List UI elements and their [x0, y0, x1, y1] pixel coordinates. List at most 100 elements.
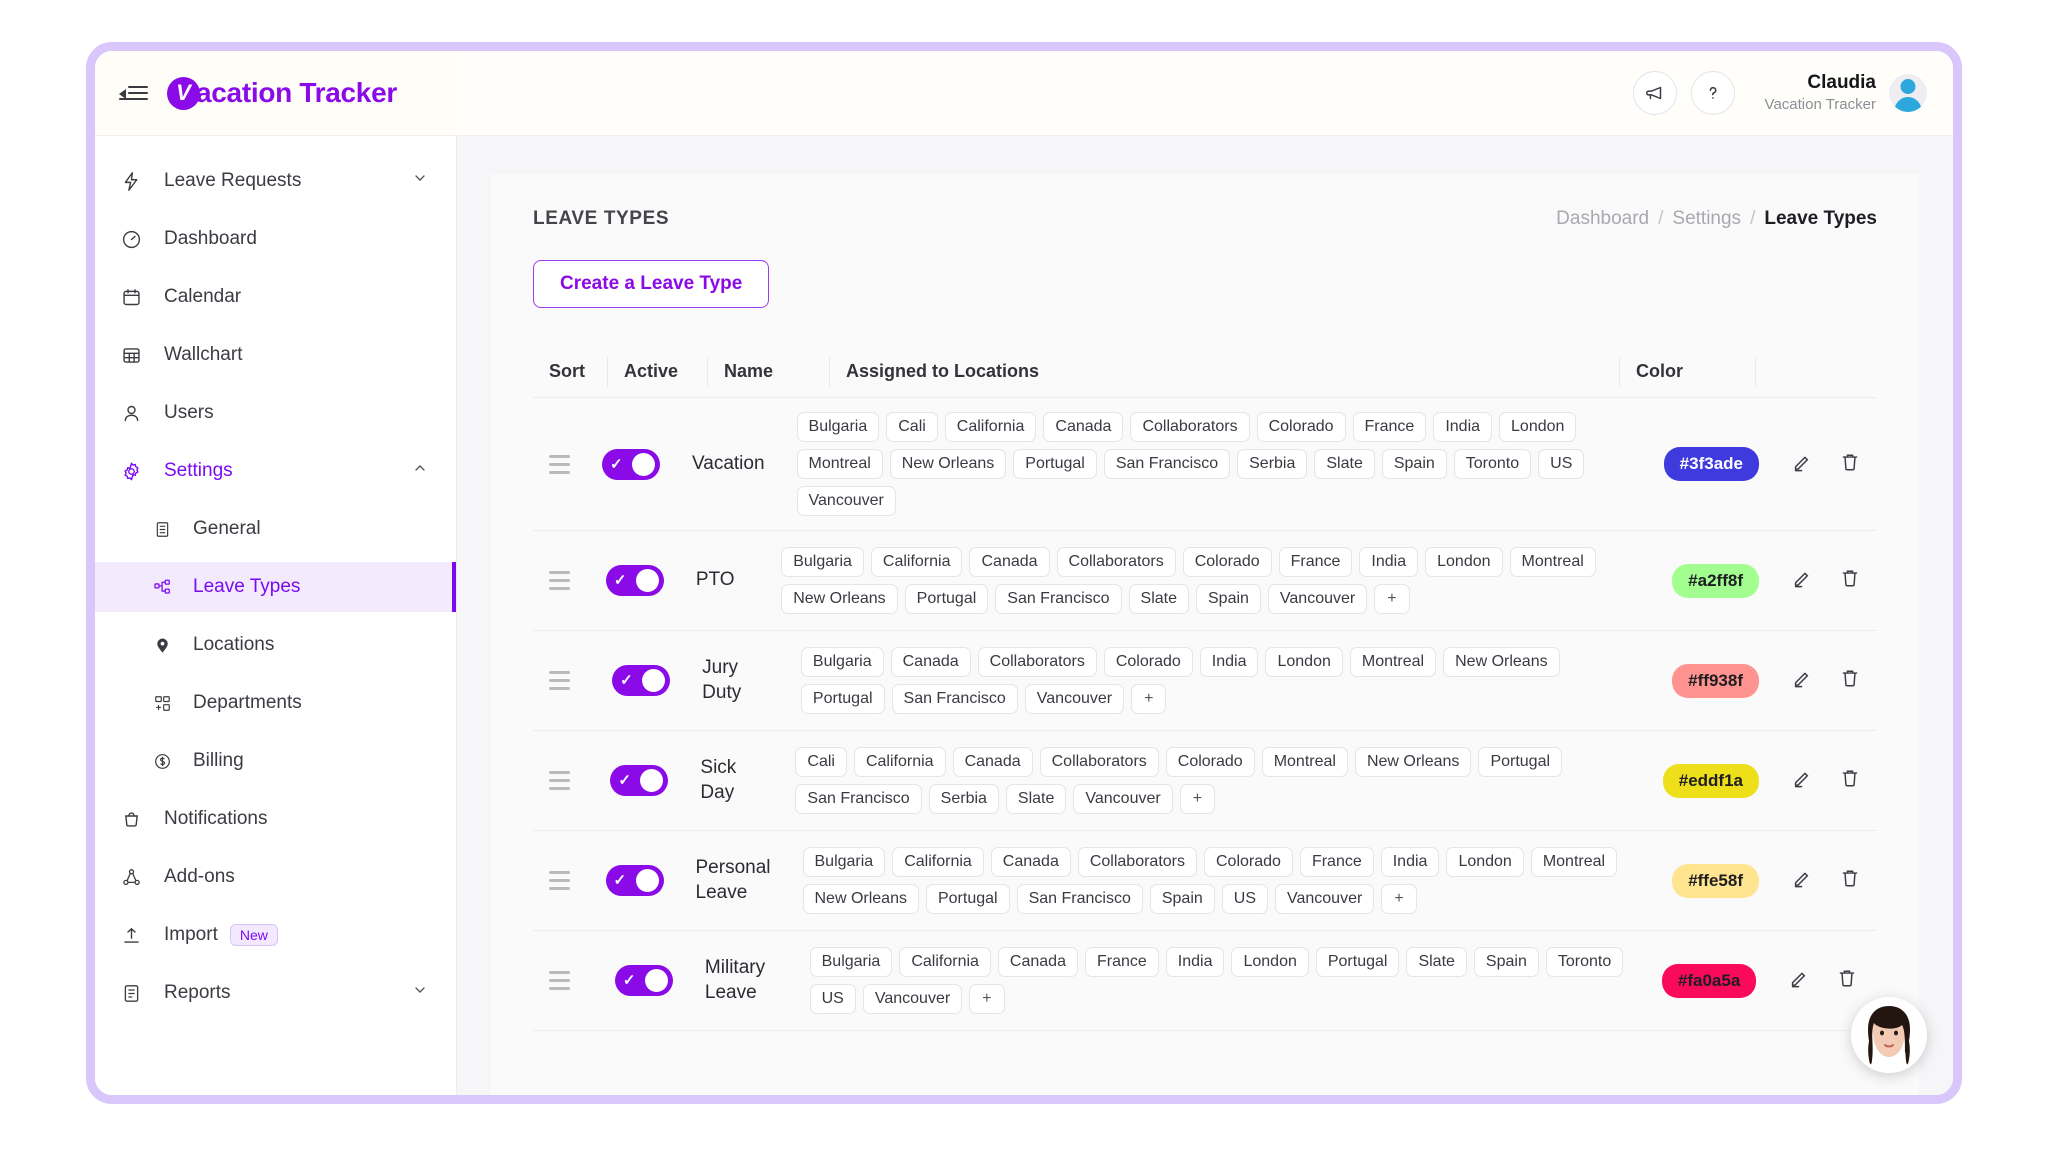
location-tag[interactable]: Colorado	[1256, 412, 1346, 442]
pencil-icon[interactable]	[1791, 451, 1813, 478]
pencil-icon[interactable]	[1791, 667, 1813, 694]
location-tag[interactable]: India	[1165, 947, 1225, 977]
location-tag[interactable]: Bulgaria	[809, 947, 893, 977]
location-tag[interactable]: Serbia	[928, 784, 999, 814]
location-tag[interactable]: Canada	[990, 847, 1071, 877]
sidebar-item-billing[interactable]: Billing	[95, 736, 456, 786]
location-tag[interactable]: Montreal	[1509, 547, 1596, 577]
megaphone-icon[interactable]	[1632, 71, 1677, 115]
location-tag[interactable]: US	[1538, 449, 1585, 479]
location-tag[interactable]: Cali	[886, 412, 938, 442]
location-tag[interactable]: Toronto	[1453, 449, 1532, 479]
pencil-icon[interactable]	[1791, 567, 1813, 594]
sidebar-item-general[interactable]: General	[95, 504, 456, 554]
location-tag[interactable]: Collaborators	[1130, 412, 1250, 442]
location-tag[interactable]: California	[944, 412, 1037, 442]
app-logo[interactable]: V acation Tracker	[167, 76, 397, 110]
sidebar-item-settings[interactable]: Settings	[95, 446, 456, 496]
color-chip[interactable]: #ff938f	[1672, 663, 1759, 698]
active-toggle[interactable]: ✓	[605, 565, 664, 596]
drag-handle-icon[interactable]	[549, 871, 570, 890]
sidebar-item-leave-requests[interactable]: Leave Requests	[95, 156, 456, 206]
location-tag[interactable]: San Francisco	[995, 584, 1122, 614]
user-menu[interactable]: Claudia Vacation Tracker	[1765, 71, 1927, 114]
drag-handle-icon[interactable]	[549, 771, 570, 790]
location-tag[interactable]: Colorado	[1103, 647, 1193, 677]
location-tag[interactable]: New Orleans	[802, 884, 919, 914]
location-tag[interactable]: Canada	[1043, 412, 1124, 442]
location-tag[interactable]: Vancouver	[796, 486, 896, 516]
location-tag[interactable]: New Orleans	[1443, 647, 1560, 677]
location-tag[interactable]: San Francisco	[1103, 449, 1231, 479]
location-tag[interactable]: Vancouver	[1073, 784, 1173, 814]
location-tag[interactable]: Collaborators	[977, 647, 1097, 677]
location-tag[interactable]: France	[1084, 947, 1159, 977]
location-tag[interactable]: India	[1380, 847, 1440, 877]
active-toggle[interactable]: ✓	[610, 765, 669, 796]
location-tag[interactable]: Canada	[969, 547, 1050, 577]
location-tag[interactable]: Spain	[1381, 449, 1447, 479]
location-tag[interactable]: Portugal	[925, 884, 1010, 914]
location-tag[interactable]: Collaborators	[1056, 547, 1176, 577]
location-tag[interactable]: Spain	[1196, 584, 1261, 614]
location-tag[interactable]: California	[870, 547, 963, 577]
trash-icon[interactable]	[1836, 967, 1858, 994]
create-leave-type-button[interactable]: Create a Leave Type	[533, 260, 770, 308]
color-chip[interactable]: #ffe58f	[1672, 863, 1759, 898]
location-tag[interactable]: California	[892, 847, 984, 877]
location-tag[interactable]: Canada	[952, 747, 1033, 777]
sidebar-item-leave-types[interactable]: Leave Types	[95, 562, 456, 612]
sidebar-item-users[interactable]: Users	[95, 388, 456, 438]
location-tag[interactable]: London	[1446, 847, 1524, 877]
chevron-down-icon[interactable]	[412, 982, 428, 1004]
location-tag[interactable]: Slate	[1005, 784, 1067, 814]
location-tag[interactable]: Canada	[997, 947, 1078, 977]
location-tag[interactable]: New Orleans	[1354, 747, 1472, 777]
location-tag[interactable]: California	[899, 947, 991, 977]
drag-handle-icon[interactable]	[549, 454, 570, 474]
location-tag[interactable]: US	[1221, 884, 1268, 914]
add-location-button[interactable]: +	[969, 984, 1005, 1014]
location-tag[interactable]: Spain	[1473, 947, 1539, 977]
chevron-down-icon[interactable]	[412, 170, 428, 192]
add-location-button[interactable]: +	[1381, 884, 1417, 914]
color-chip[interactable]: #fa0a5a	[1661, 963, 1757, 998]
location-tag[interactable]: Montreal	[1349, 647, 1437, 677]
location-tag[interactable]: Slate	[1128, 584, 1189, 614]
location-tag[interactable]: Bulgaria	[781, 547, 864, 577]
active-toggle[interactable]: ✓	[605, 865, 664, 896]
location-tag[interactable]: Portugal	[904, 584, 989, 614]
pencil-icon[interactable]	[1791, 767, 1813, 794]
location-tag[interactable]: Bulgaria	[802, 847, 886, 877]
location-tag[interactable]: London	[1265, 647, 1343, 677]
location-tag[interactable]: New Orleans	[889, 449, 1007, 479]
active-toggle[interactable]: ✓	[614, 965, 673, 996]
color-chip[interactable]: #a2ff8f	[1672, 563, 1759, 598]
location-tag[interactable]: New Orleans	[781, 584, 898, 614]
avatar[interactable]	[1889, 74, 1927, 112]
location-tag[interactable]: Vancouver	[862, 984, 963, 1014]
sidebar-item-departments[interactable]: Departments	[95, 678, 456, 728]
location-tag[interactable]: Portugal	[1478, 747, 1563, 777]
drag-handle-icon[interactable]	[549, 671, 570, 690]
location-tag[interactable]: US	[809, 984, 856, 1014]
location-tag[interactable]: Colorado	[1204, 847, 1293, 877]
drag-handle-icon[interactable]	[549, 971, 570, 990]
location-tag[interactable]: San Francisco	[891, 684, 1018, 714]
sidebar-item-locations[interactable]: Locations	[95, 620, 456, 670]
location-tag[interactable]: Portugal	[1315, 947, 1400, 977]
location-tag[interactable]: France	[1278, 547, 1353, 577]
trash-icon[interactable]	[1839, 867, 1861, 894]
location-tag[interactable]: Cali	[795, 747, 847, 777]
location-tag[interactable]: Toronto	[1545, 947, 1624, 977]
location-tag[interactable]: Colorado	[1165, 747, 1255, 777]
sidebar-item-import[interactable]: Import New	[95, 910, 456, 960]
trash-icon[interactable]	[1839, 767, 1861, 794]
location-tag[interactable]: Canada	[890, 647, 971, 677]
pencil-icon[interactable]	[1788, 967, 1810, 994]
location-tag[interactable]: India	[1199, 647, 1259, 677]
location-tag[interactable]: Collaborators	[1039, 747, 1159, 777]
breadcrumb-dashboard[interactable]: Dashboard	[1556, 208, 1649, 230]
trash-icon[interactable]	[1839, 667, 1861, 694]
drag-handle-icon[interactable]	[549, 571, 570, 590]
